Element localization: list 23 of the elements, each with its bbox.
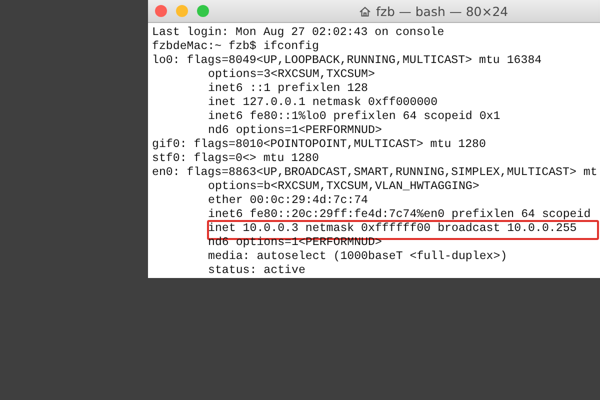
terminal-line: fzbdeMac:~ fzb$ ifconfig bbox=[152, 40, 319, 54]
zoom-button[interactable] bbox=[197, 5, 209, 17]
terminal-line: options=3<RXCSUM,TXCSUM> bbox=[208, 68, 375, 82]
terminal-line: lo0: flags=8049<UP,LOOPBACK,RUNNING,MULTICAST> mtu 16384 bbox=[152, 54, 542, 68]
terminal-line: gif0: flags=8010<POINTOPOINT,MULTICAST> mtu 1280 bbox=[152, 138, 486, 152]
house-icon bbox=[359, 6, 371, 16]
terminal-line: options=b<RXCSUM,TXCSUM,VLAN_HWTAGGING> bbox=[208, 180, 480, 194]
terminal-line: inet6 ::1 prefixlen 128 bbox=[208, 82, 368, 96]
terminal-line: Last login: Mon Aug 27 02:02:43 on console bbox=[152, 26, 444, 40]
terminal-line: nd6 options=1<PERFORMNUD> bbox=[208, 236, 382, 250]
terminal-line: inet6 fe80::20c:29ff:fe4d:7c74%en0 prefixlen 64 scopeid bbox=[208, 208, 591, 222]
minimize-button[interactable] bbox=[176, 5, 188, 17]
terminal-line: status: active bbox=[208, 264, 306, 278]
terminal-line: ether 00:0c:29:4d:7c:74 bbox=[208, 194, 368, 208]
close-button[interactable] bbox=[155, 5, 167, 17]
terminal-line: inet 10.0.0.3 netmask 0xffffff00 broadcast 10.0.0.255 bbox=[208, 222, 577, 236]
terminal-line: inet6 fe80::1%lo0 prefixlen 64 scopeid 0x1 bbox=[208, 110, 500, 124]
terminal-line: inet 127.0.0.1 netmask 0xff000000 bbox=[208, 96, 438, 110]
terminal-line: stf0: flags=0<> mtu 1280 bbox=[152, 152, 319, 166]
terminal-line: nd6 options=1<PERFORMNUD> bbox=[208, 124, 382, 138]
terminal-line: media: autoselect (1000baseT <full-duplex>) bbox=[208, 250, 508, 264]
window-title: fzb — bash — 80×24 bbox=[376, 4, 508, 18]
terminal-line: en0: flags=8863<UP,BROADCAST,SMART,RUNNING,SIMPLEX,MULTICAST> mt bbox=[152, 166, 598, 180]
